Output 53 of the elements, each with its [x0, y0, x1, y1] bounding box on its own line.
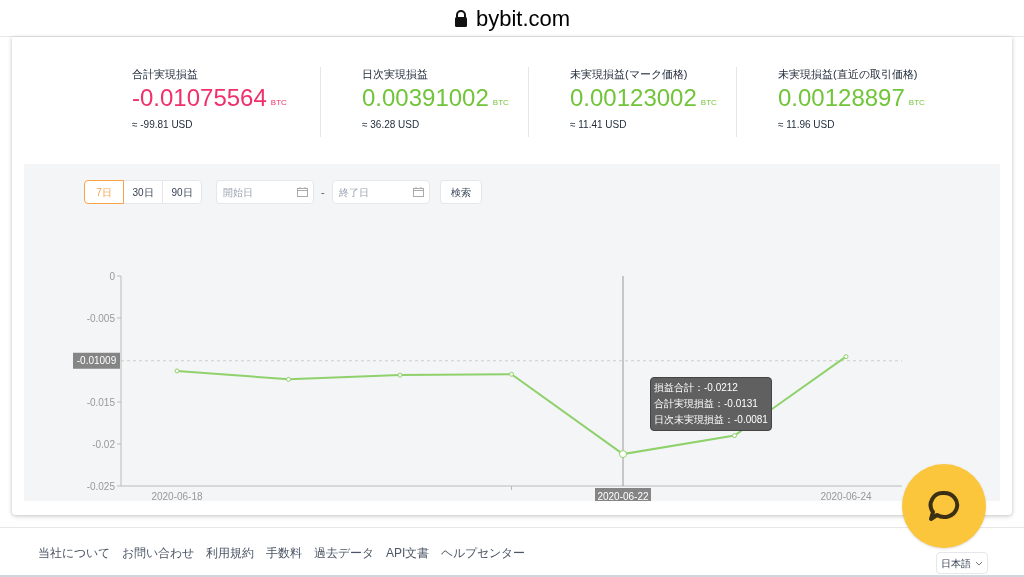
x-tick-label: 2020-06-18 [151, 490, 203, 501]
stat-usd: ≈ 11.96 USD [778, 118, 836, 132]
date-separator: - [321, 184, 325, 200]
period-tab[interactable]: 90日 [162, 180, 202, 204]
calendar-icon [297, 187, 308, 197]
lock-icon [453, 9, 468, 27]
x-tick-label: 2020-06-24 [820, 490, 872, 501]
footer-link[interactable]: 手数料 [266, 543, 302, 562]
data-point [174, 368, 180, 374]
period-tab[interactable]: 30日 [123, 180, 163, 204]
y-tick-label: -0.005 [86, 312, 115, 324]
chat-bubble-icon [926, 488, 962, 524]
footer-link[interactable]: 当社について [38, 543, 110, 562]
calendar-icon [412, 187, 424, 197]
stat-value: 0.00391002 [362, 85, 489, 111]
stat-value: -0.01075564 [132, 85, 267, 111]
data-point [397, 372, 403, 378]
end-date-field[interactable]: 終了日 [331, 180, 430, 204]
stat-label: 未実現損益(マーク価格) [570, 67, 689, 81]
stat-unit: BTC [270, 97, 287, 109]
data-point [619, 450, 627, 459]
data-point [732, 433, 737, 439]
data-point [843, 354, 849, 360]
footer-link[interactable]: 過去データ [314, 543, 374, 562]
stat-unit: BTC [492, 97, 509, 109]
y-tick-label: 0 [109, 270, 115, 282]
stat-usd: ≈ 11.41 USD [570, 118, 628, 132]
footer-link[interactable]: お問い合わせ [122, 543, 194, 562]
data-point [509, 371, 514, 377]
y-tick-label: -0.02 [92, 438, 115, 450]
x-tick-label: 2020-06-22 [595, 488, 651, 501]
stat-value: 0.00123002 [570, 85, 697, 111]
footer-link[interactable]: ヘルプセンター [441, 543, 526, 562]
language-selector[interactable]: 日本語 [936, 552, 988, 574]
address-bar-domain[interactable]: bybit.com [475, 1, 571, 35]
chart-tooltip: 損益合計：-0.0212 合計実現損益：-0.0131 日次未実現損益：-0.0081 [650, 377, 772, 431]
stat-unit: BTC [700, 97, 717, 109]
stat-value: 0.00128897 [778, 85, 905, 111]
start-date-field[interactable]: 開始日 [216, 180, 314, 204]
stat-usd: ≈ 36.28 USD [362, 118, 421, 132]
footer-link[interactable]: 利用規約 [206, 543, 254, 562]
reference-value-label: -0.01009 [73, 352, 120, 369]
stat-label: 合計実現損益 [132, 67, 199, 81]
y-tick-label: -0.015 [86, 396, 115, 408]
stat-label: 日次実現損益 [362, 67, 429, 81]
y-tick-label: -0.025 [86, 480, 115, 492]
caret-icon [975, 560, 983, 566]
stat-label: 未実現損益(直近の取引価格) [778, 67, 919, 81]
stat-unit: BTC [908, 97, 925, 109]
data-point [286, 376, 291, 382]
stat-usd: ≈ -99.81 USD [132, 118, 194, 132]
footer-link[interactable]: API文書 [386, 543, 430, 562]
search-button[interactable]: 検索 [439, 180, 482, 204]
